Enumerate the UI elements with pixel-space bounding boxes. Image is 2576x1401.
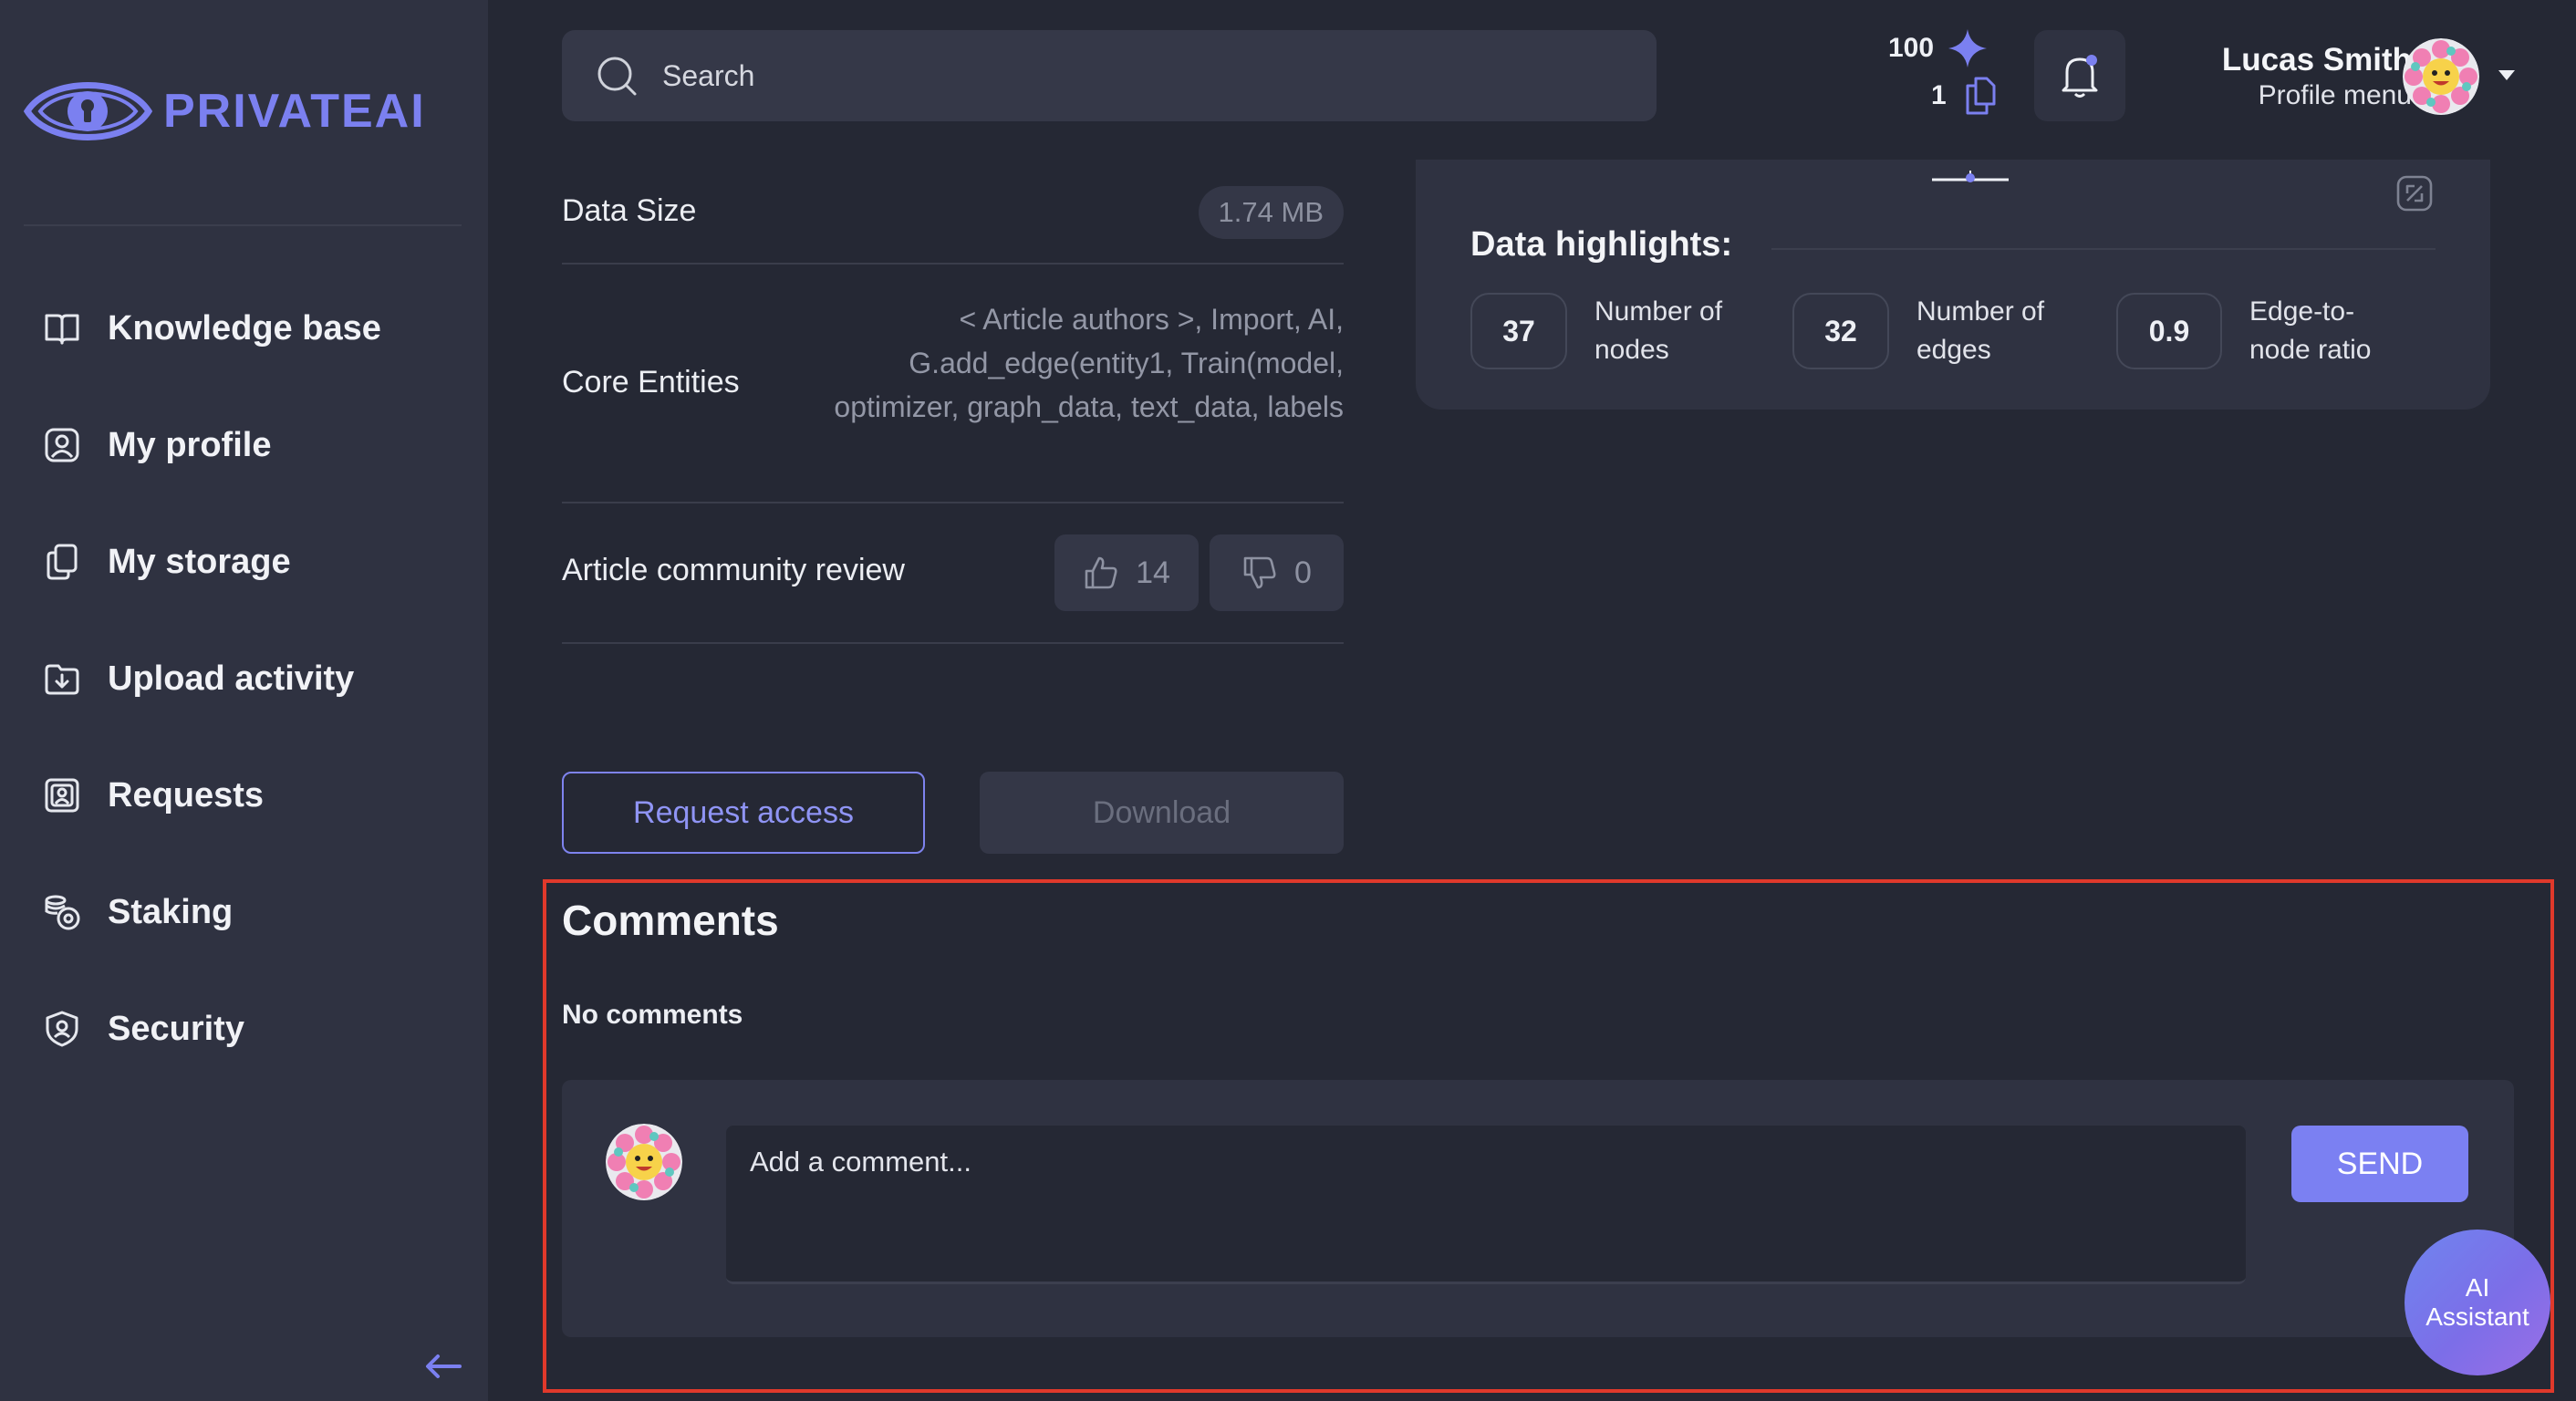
request-icon [42,775,82,815]
sparkle-icon [1948,29,1988,67]
avatar[interactable] [2403,38,2479,115]
divider [562,642,1344,644]
book-icon [42,308,82,348]
metric-label: Number of nodes [1594,296,1723,365]
no-comments-text: No comments [562,1000,743,1030]
profile-menu[interactable]: Lucas Smith Profile menu [2171,36,2536,117]
search-input[interactable]: Search [662,59,754,93]
ai-assistant-label-line2: Assistant [2425,1302,2529,1331]
metric-value: 0.9 [2116,293,2222,369]
notifications-button[interactable] [2034,30,2125,121]
profile-menu-label: Profile menu [2258,80,2412,110]
community-review-label: Article community review [562,553,905,587]
sidebar-item-label: Security [108,1009,244,1048]
staking-icon [42,892,82,932]
divider [562,263,1344,265]
sidebar-item-my-profile[interactable]: My profile [42,418,271,472]
sidebar-item-label: Requests [108,775,265,815]
comments-title: Comments [562,897,779,944]
divider [562,502,1344,503]
metric-edges: 32 Number of edges [1792,293,2044,369]
sidebar-item-label: Upload activity [108,659,355,698]
chevron-down-icon[interactable] [2496,66,2518,84]
metric-label: Edge-to- node ratio [2249,296,2372,365]
credits-widget: 100 1 [1888,27,2007,122]
brand-name: PRIVATEAI [163,85,426,138]
dislike-count: 0 [1294,555,1312,590]
points-counter: 100 [1888,27,1989,69]
comment-input[interactable]: Add a comment... [726,1126,2246,1284]
sidebar-item-knowledge-base[interactable]: Knowledge base [42,301,381,356]
sidebar-item-staking[interactable]: Staking [42,885,233,939]
metric-nodes: 37 Number of nodes [1470,293,1722,369]
metric-value: 32 [1792,293,1889,369]
user-icon [42,425,82,465]
search-icon [595,54,639,98]
data-highlights-title: Data highlights: [1470,225,1733,264]
user-name: Lucas Smith [2221,42,2412,78]
download-button[interactable]: Download [980,772,1344,854]
request-access-button[interactable]: Request access [562,772,925,854]
files-value: 1 [1931,80,1947,110]
graph-preview[interactable] [1932,171,2009,183]
eye-lock-logo-icon [23,82,153,140]
avatar [606,1124,682,1200]
divider [1771,248,2436,250]
app-root: PRIVATEAI Knowledge base My profile My s… [0,0,2576,1401]
shield-icon [42,1009,82,1049]
files-counter: 1 [1931,75,2001,117]
expand-icon[interactable] [2395,174,2434,213]
thumbs-down-icon [1243,556,1276,589]
ai-assistant-button[interactable]: AI Assistant [2405,1230,2550,1375]
collapse-sidebar-button[interactable] [423,1350,463,1383]
bell-icon [2062,55,2098,98]
sidebar-item-security[interactable]: Security [42,1001,244,1056]
data-size-value: 1.74 MB [1198,186,1344,239]
like-button[interactable]: 14 [1054,534,1199,611]
core-entities-label: Core Entities [562,365,740,400]
sidebar-item-label: Staking [108,892,234,931]
send-button[interactable]: SEND [2291,1126,2468,1202]
arrow-left-icon [426,1354,462,1378]
metric-value: 37 [1470,293,1567,369]
search-bar[interactable]: Search [562,30,1657,121]
upload-icon [42,659,82,699]
sidebar-item-upload-activity[interactable]: Upload activity [42,651,354,706]
like-count: 14 [1136,555,1170,590]
points-value: 100 [1888,33,1935,63]
data-highlights-card: Data highlights: 37 Number of nodes 32 N… [1416,160,2490,410]
sidebar-item-requests[interactable]: Requests [42,768,264,823]
dislike-button[interactable]: 0 [1210,534,1344,611]
thumbs-up-icon [1085,556,1117,589]
core-entities-value: < Article authors >, Import, AI, G.add_e… [834,303,1344,423]
files-icon [1966,77,1996,115]
sidebar: PRIVATEAI Knowledge base My profile My s… [0,0,488,1401]
sidebar-item-my-storage[interactable]: My storage [42,534,291,589]
metric-edge-node-ratio: 0.9 Edge-to- node ratio [2116,293,2371,369]
sidebar-divider [24,224,462,226]
sidebar-item-label: My storage [108,542,291,581]
data-size-label: Data Size [562,193,697,228]
files-icon [42,542,82,582]
logo[interactable]: PRIVATEAI [22,71,426,151]
comment-composer: Add a comment... SEND [562,1080,2514,1337]
metric-label: Number of edges [1916,296,2045,365]
sidebar-item-label: My profile [108,425,272,464]
sidebar-item-label: Knowledge base [108,308,381,348]
ai-assistant-label-line1: AI [2465,1273,2490,1302]
